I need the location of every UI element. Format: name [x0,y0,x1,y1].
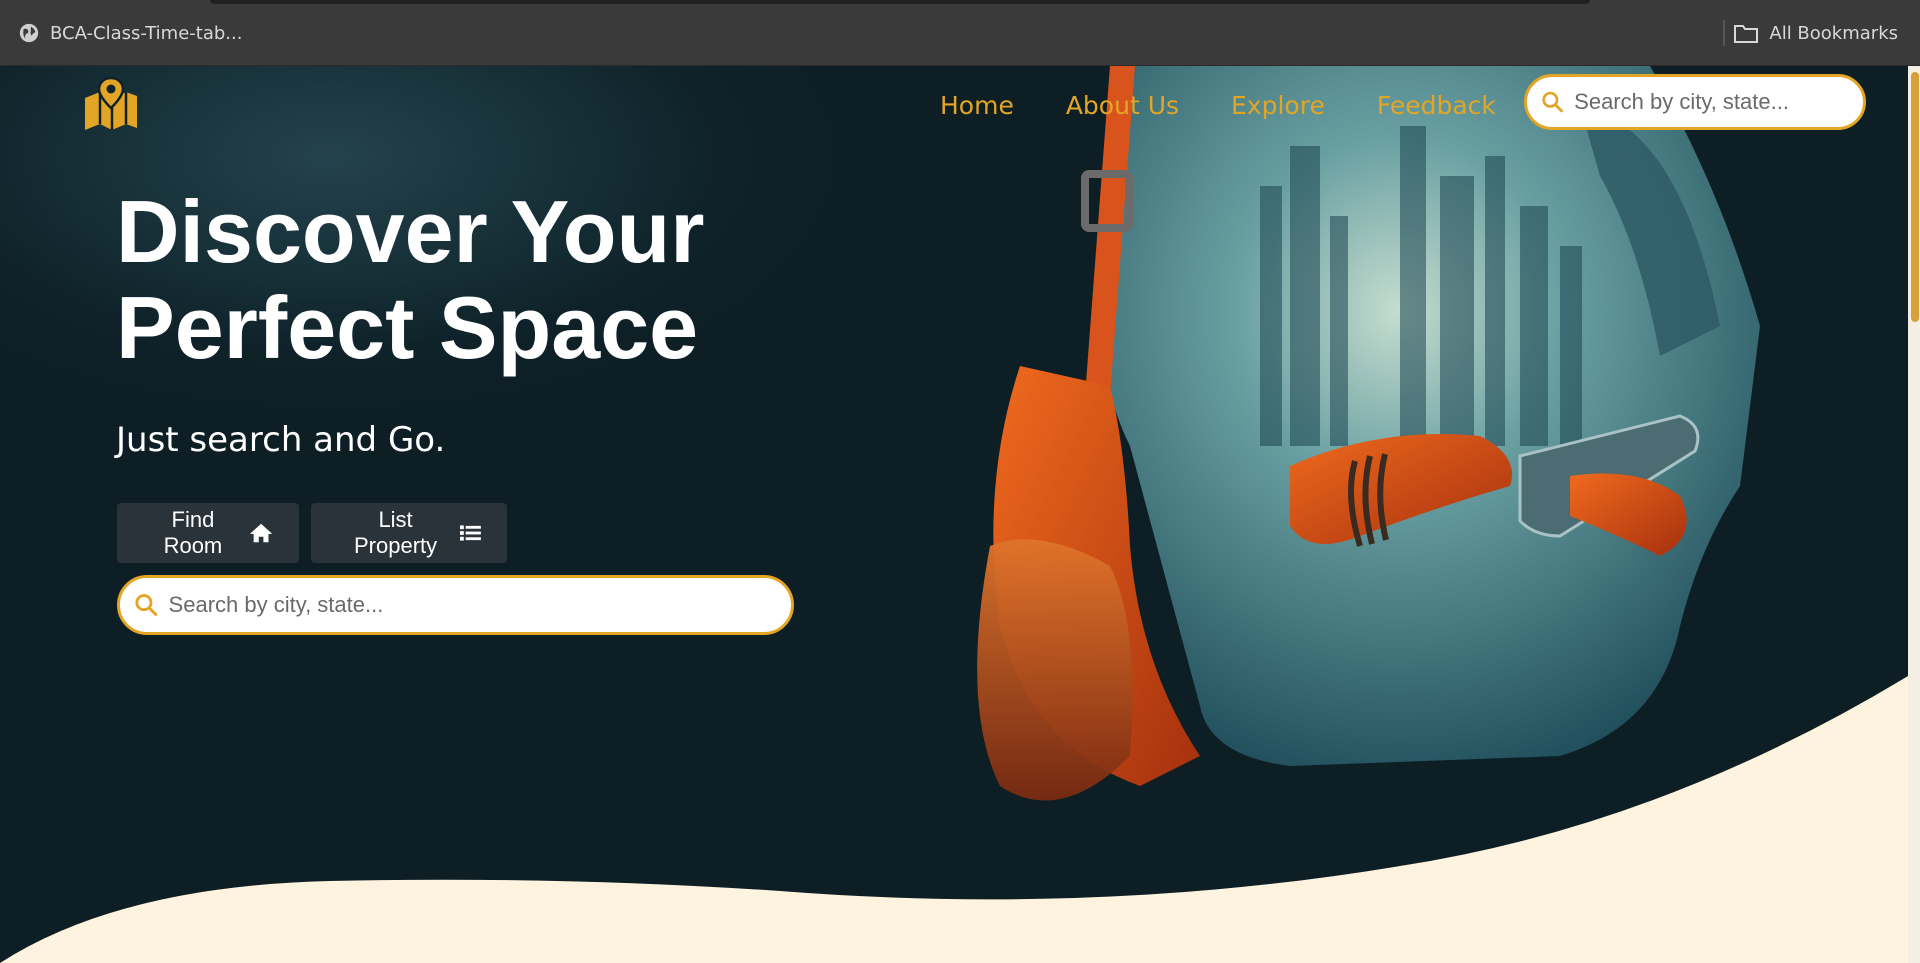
all-bookmarks-button[interactable]: All Bookmarks [1733,20,1898,46]
list-icon [460,525,481,541]
nav-link-explore[interactable]: Explore [1231,86,1325,126]
bookmark-item-label: BCA-Class-Time-tab... [50,22,243,44]
nav-link-about[interactable]: About Us [1066,86,1179,126]
home-icon [249,523,273,543]
scrollbar-thumb[interactable] [1911,72,1919,322]
search-icon [1542,91,1563,113]
tab-strip-shadow [210,0,1590,4]
nav-search-box [1524,74,1866,130]
find-room-button[interactable]: Find Room [117,503,299,563]
main-nav: Home About Us Explore Feedback [940,86,1548,126]
folder-icon [1734,25,1759,43]
nav-link-feedback[interactable]: Feedback [1377,86,1496,126]
page-title: Discover Your Perfect Space [116,184,816,376]
headline-line-2: Perfect Space [116,278,699,377]
bookmarks-bar: BCA-Class-Time-tab... All Bookmarks [0,0,1920,66]
bookmarks-separator [1723,20,1725,46]
headline-line-1: Discover Your [116,182,705,281]
globe-icon [19,23,39,43]
nav-link-home[interactable]: Home [940,86,1014,126]
find-room-label: Find Room [163,507,223,558]
list-property-label: List Property [353,507,438,558]
bookmark-item[interactable]: BCA-Class-Time-tab... [18,20,242,46]
search-icon [135,594,158,616]
hero-search-input[interactable] [166,591,791,619]
nav-search-input[interactable] [1572,88,1863,116]
all-bookmarks-label: All Bookmarks [1769,22,1898,44]
map-pin-icon[interactable] [82,76,140,134]
list-property-button[interactable]: List Property [311,503,507,563]
hero-section: Home About Us Explore Feedback Discover … [0,66,1908,963]
hero-subtitle: Just search and Go. [116,420,446,460]
hero-search-box [117,575,794,635]
hero-illustration [977,66,1760,801]
